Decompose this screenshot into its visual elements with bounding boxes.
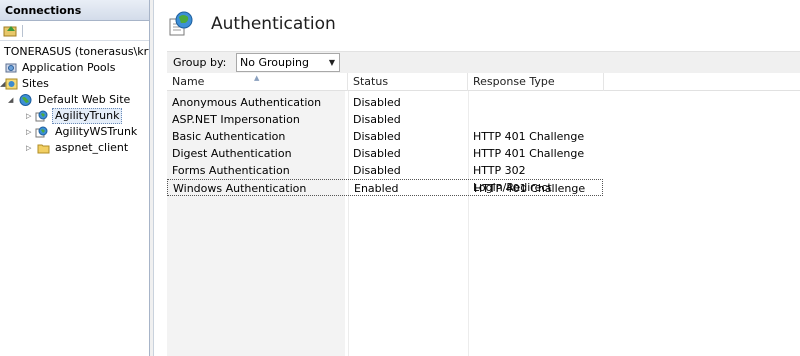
features-view: Authentication Group by: No Grouping ▼ N… [155, 0, 800, 356]
expand-icon[interactable]: ▷ [26, 127, 34, 137]
sites-icon [5, 78, 18, 90]
iis-manager-window: Connections TONERASUS (tonerasus\krysti [0, 0, 800, 356]
cell-name: Windows Authentication [173, 182, 307, 195]
web-app-icon [35, 126, 48, 138]
group-by-select[interactable]: No Grouping ▼ [236, 53, 340, 72]
list-header: Name ▲ Status Response Type [167, 73, 800, 91]
page-title: Authentication [211, 14, 336, 34]
group-by-label: Group by: [173, 56, 227, 69]
cell-name: Digest Authentication [172, 147, 292, 160]
tree-node-label: TONERASUS (tonerasus\krysti [4, 45, 149, 58]
expand-icon[interactable]: ▷ [26, 143, 34, 153]
cell-status: Disabled [353, 147, 401, 160]
dropdown-arrow-icon: ▼ [328, 58, 335, 67]
tree-node-label: Sites [22, 77, 49, 90]
cell-name: Basic Authentication [172, 130, 286, 143]
cell-name: Anonymous Authentication [172, 96, 322, 109]
toolbar-separator [22, 24, 23, 37]
sort-ascending-icon: ▲ [254, 74, 260, 82]
web-app-icon [35, 110, 48, 122]
cell-status: Enabled [354, 182, 399, 195]
column-header-status[interactable]: Status [348, 73, 468, 91]
tree-node-agilitywstrunk[interactable]: ▷ AgilityWSTrunk [0, 124, 149, 140]
cell-response-type: HTTP 401 Challenge [473, 130, 585, 143]
connections-tree: TONERASUS (tonerasus\krysti Application … [0, 44, 149, 156]
folder-icon [37, 142, 50, 154]
authentication-list: Name ▲ Status Response Type Anonymous Au… [167, 73, 800, 356]
cell-status: Disabled [353, 96, 401, 109]
table-row[interactable]: Basic Authentication Disabled HTTP 401 C… [167, 128, 603, 145]
group-by-value: No Grouping [240, 56, 309, 69]
table-row-selected[interactable]: Windows Authentication Enabled HTTP 401 … [167, 179, 603, 196]
feature-header: Authentication [155, 0, 800, 50]
table-row[interactable]: Digest Authentication Disabled HTTP 401 … [167, 145, 603, 162]
expand-icon[interactable]: ▷ [26, 111, 34, 121]
connections-toolbar [0, 21, 149, 41]
authentication-icon [168, 11, 194, 37]
globe-icon [19, 94, 32, 106]
tree-node-aspnet-client[interactable]: ▷ aspnet_client [0, 140, 149, 156]
column-header-response-type[interactable]: Response Type [468, 73, 604, 91]
tree-node-label: Default Web Site [38, 93, 131, 106]
group-by-bar: Group by: No Grouping ▼ [167, 51, 800, 73]
cell-response-type: HTTP 401 Challenge [474, 182, 586, 195]
app-pools-icon [5, 62, 18, 74]
tree-node-sites[interactable]: ◢ Sites [0, 76, 149, 92]
collapse-icon[interactable]: ◢ [8, 95, 16, 105]
table-row[interactable]: Anonymous Authentication Disabled [167, 94, 603, 111]
tree-node-label: Application Pools [22, 61, 116, 74]
table-row[interactable]: Forms Authentication Disabled HTTP 302 L… [167, 162, 603, 194]
tree-node-server[interactable]: TONERASUS (tonerasus\krysti [0, 44, 149, 60]
tree-node-label: aspnet_client [55, 141, 129, 154]
cell-name: ASP.NET Impersonation [172, 113, 300, 126]
pane-splitter[interactable] [150, 0, 154, 356]
connections-pane: Connections TONERASUS (tonerasus\krysti [0, 0, 150, 356]
cell-status: Disabled [353, 113, 401, 126]
tree-node-default-web-site[interactable]: ◢ Default Web Site [0, 92, 149, 108]
cell-name: Forms Authentication [172, 164, 290, 177]
tree-node-label: AgilityWSTrunk [55, 125, 138, 138]
cell-status: Disabled [353, 130, 401, 143]
connect-icon[interactable] [3, 24, 18, 38]
connections-header: Connections [0, 0, 149, 21]
table-row[interactable]: ASP.NET Impersonation Disabled [167, 111, 603, 128]
tree-node-label: AgilityTrunk [52, 108, 123, 124]
tree-node-agilitytrunk[interactable]: ▷ AgilityTrunk [0, 108, 149, 124]
column-header-name[interactable]: Name ▲ [167, 73, 348, 91]
cell-status: Disabled [353, 164, 401, 177]
tree-node-application-pools[interactable]: Application Pools [0, 60, 149, 76]
cell-response-type: HTTP 401 Challenge [473, 147, 585, 160]
